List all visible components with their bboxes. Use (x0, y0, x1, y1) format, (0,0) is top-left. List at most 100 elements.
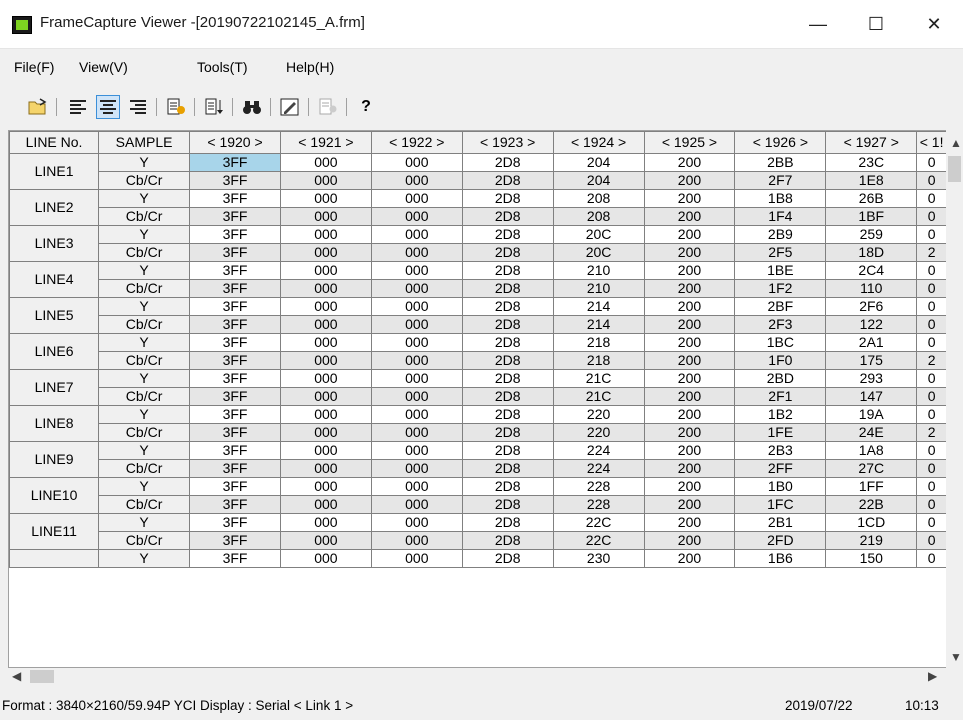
data-cell[interactable]: 000 (279, 279, 372, 298)
data-cell[interactable]: 2D8 (461, 423, 554, 442)
data-cell[interactable]: 0 (916, 153, 947, 172)
data-cell[interactable]: 000 (370, 477, 463, 496)
data-cell[interactable]: 2B1 (734, 513, 827, 532)
data-cell[interactable]: 204 (552, 171, 645, 190)
column-header[interactable]: < 1921 > (279, 131, 372, 154)
data-cell[interactable]: 210 (552, 261, 645, 280)
data-cell[interactable]: 218 (552, 351, 645, 370)
data-cell[interactable]: 3FF (189, 495, 281, 514)
data-cell[interactable]: 000 (370, 171, 463, 190)
data-cell[interactable]: 3FF (189, 423, 281, 442)
data-cell[interactable]: 23C (825, 153, 918, 172)
data-cell[interactable]: 0 (916, 405, 947, 424)
data-cell[interactable]: 0 (916, 333, 947, 352)
data-cell[interactable]: 200 (643, 531, 736, 550)
column-header[interactable]: < 1926 > (734, 131, 827, 154)
scroll-left-icon[interactable]: ◀ (12, 669, 21, 683)
maximize-button[interactable]: ☐ (847, 0, 905, 48)
data-cell[interactable]: 000 (370, 153, 463, 172)
data-cell[interactable]: 0 (916, 549, 947, 568)
data-cell[interactable]: 200 (643, 369, 736, 388)
data-cell[interactable]: 200 (643, 297, 736, 316)
data-cell[interactable]: 000 (370, 405, 463, 424)
data-cell[interactable]: 3FF (189, 387, 281, 406)
data-cell[interactable]: 20C (552, 243, 645, 262)
data-cell[interactable]: 1A8 (825, 441, 918, 460)
data-cell[interactable]: 000 (279, 387, 372, 406)
data-cell[interactable]: 214 (552, 297, 645, 316)
data-cell[interactable]: 200 (643, 441, 736, 460)
data-cell[interactable]: 1F2 (734, 279, 827, 298)
data-cell[interactable]: 0 (916, 189, 947, 208)
data-cell[interactable]: 19A (825, 405, 918, 424)
data-cell[interactable]: 2D8 (461, 189, 554, 208)
data-cell[interactable]: 3FF (189, 333, 281, 352)
data-cell[interactable]: 2F3 (734, 315, 827, 334)
data-cell[interactable]: 000 (370, 495, 463, 514)
data-cell[interactable]: 210 (552, 279, 645, 298)
data-cell[interactable]: 000 (279, 261, 372, 280)
data-cell[interactable]: 208 (552, 189, 645, 208)
data-cell[interactable]: 000 (279, 477, 372, 496)
data-cell[interactable]: 3FF (189, 351, 281, 370)
data-cell[interactable]: 2D8 (461, 387, 554, 406)
data-cell[interactable]: 3FF (189, 315, 281, 334)
data-cell[interactable]: 20C (552, 225, 645, 244)
data-cell[interactable]: 0 (916, 459, 947, 478)
data-cell[interactable]: 3FF (189, 531, 281, 550)
data-cell[interactable]: 218 (552, 333, 645, 352)
data-cell[interactable]: 2D8 (461, 495, 554, 514)
data-cell[interactable]: 2F7 (734, 171, 827, 190)
data-cell[interactable]: 1BE (734, 261, 827, 280)
data-cell[interactable]: 000 (370, 297, 463, 316)
data-cell[interactable]: 200 (643, 495, 736, 514)
data-cell[interactable]: 2FD (734, 531, 827, 550)
data-cell[interactable]: 000 (279, 459, 372, 478)
data-cell[interactable]: 219 (825, 531, 918, 550)
data-cell[interactable]: 3FF (189, 441, 281, 460)
data-cell[interactable]: 000 (279, 207, 372, 226)
data-cell[interactable]: 200 (643, 459, 736, 478)
vertical-scroll-thumb[interactable] (948, 156, 961, 182)
data-cell[interactable]: 2D8 (461, 279, 554, 298)
data-cell[interactable]: 0 (916, 387, 947, 406)
data-cell[interactable]: 1E8 (825, 171, 918, 190)
data-cell[interactable]: 220 (552, 405, 645, 424)
open-folder-icon[interactable] (26, 95, 50, 119)
data-cell[interactable]: 150 (825, 549, 918, 568)
data-cell[interactable]: 200 (643, 207, 736, 226)
data-cell[interactable]: 000 (279, 225, 372, 244)
help-question-icon[interactable]: ? (354, 95, 378, 119)
menu-file[interactable]: File(F) (14, 59, 54, 75)
data-cell[interactable]: 2D8 (461, 441, 554, 460)
data-cell[interactable]: 27C (825, 459, 918, 478)
data-cell[interactable]: 200 (643, 549, 736, 568)
data-cell[interactable]: 0 (916, 279, 947, 298)
vertical-scrollbar[interactable]: ▲ ▼ (946, 130, 963, 668)
data-cell[interactable]: 2D8 (461, 153, 554, 172)
data-cell[interactable]: 2A1 (825, 333, 918, 352)
data-cell[interactable]: 200 (643, 261, 736, 280)
data-cell[interactable]: 3FF (189, 207, 281, 226)
data-cell[interactable]: 200 (643, 315, 736, 334)
data-cell[interactable]: 2 (916, 423, 947, 442)
data-cell[interactable]: 1BC (734, 333, 827, 352)
data-cell[interactable]: 200 (643, 387, 736, 406)
data-cell[interactable]: 2D8 (461, 315, 554, 334)
align-right-icon[interactable] (126, 95, 150, 119)
minimize-button[interactable]: — (789, 0, 847, 48)
data-cell[interactable]: 18D (825, 243, 918, 262)
data-cell[interactable]: 000 (370, 423, 463, 442)
data-cell[interactable]: 3FF (189, 279, 281, 298)
data-cell[interactable]: 259 (825, 225, 918, 244)
data-cell[interactable]: 3FF (189, 189, 281, 208)
data-cell[interactable]: 2D8 (461, 405, 554, 424)
data-cell[interactable]: 2F5 (734, 243, 827, 262)
scroll-right-icon[interactable]: ▶ (928, 669, 937, 683)
data-cell[interactable]: 000 (279, 171, 372, 190)
data-cell[interactable]: 2D8 (461, 261, 554, 280)
data-cell[interactable]: 200 (643, 153, 736, 172)
column-header[interactable]: < 1925 > (643, 131, 736, 154)
data-cell[interactable]: 200 (643, 225, 736, 244)
data-cell[interactable]: 000 (370, 531, 463, 550)
